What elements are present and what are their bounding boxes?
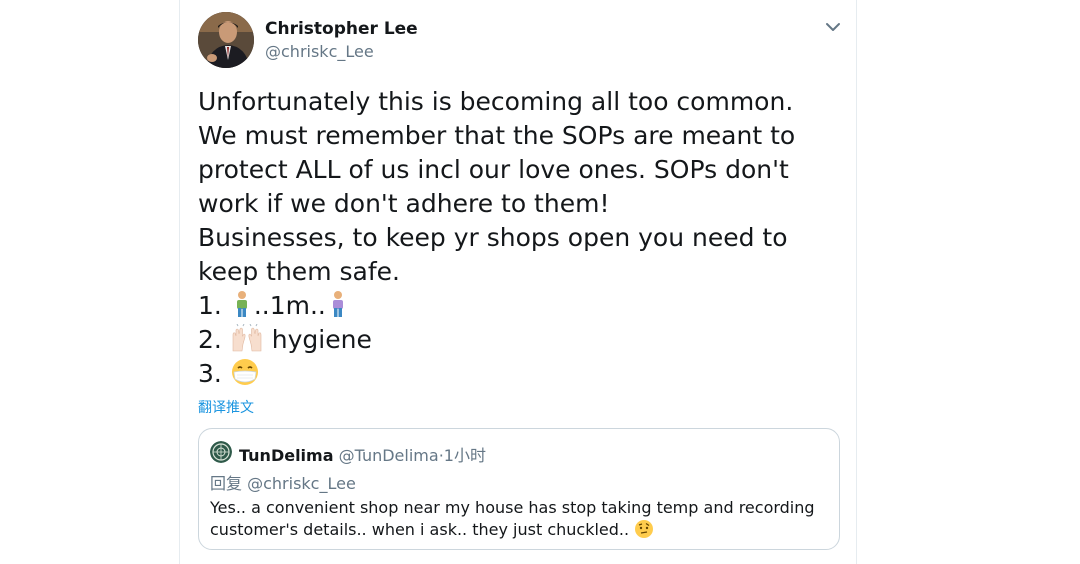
tweet-line: Unfortunately this is becoming all too c…	[198, 87, 794, 116]
person-standing-icon	[236, 291, 247, 317]
quoted-avatar[interactable]	[210, 441, 232, 463]
tweet-line: We must remember that the SOPs are meant…	[198, 121, 796, 150]
reply-handle[interactable]: @chriskc_Lee	[247, 474, 356, 493]
list-item-hygiene: 2. hygiene	[198, 323, 838, 357]
quoted-reply-context: 回复 @chriskc_Lee	[210, 470, 356, 494]
quoted-line: Yes.. a convenient shop near my house ha…	[210, 498, 815, 517]
tweet-line: Businesses, to keep yr shops open you ne…	[198, 223, 788, 252]
hygiene-text: hygiene	[271, 325, 372, 354]
raising-hands-icon	[232, 324, 262, 352]
list-item-mask: 3.	[198, 357, 838, 391]
quoted-header: TunDelima @TunDelima·1小时	[239, 442, 486, 466]
quoted-timestamp[interactable]: 1小时	[444, 446, 486, 465]
quoted-body: Yes.. a convenient shop near my house ha…	[210, 497, 830, 541]
face-with-raised-eyebrow-icon	[635, 520, 654, 538]
tweet-line: keep them safe.	[198, 257, 400, 286]
page: Christopher Lee @chriskc_Lee Unfortunate…	[0, 0, 1080, 564]
author-handle[interactable]: @chriskc_Lee	[265, 42, 374, 61]
avatar-photo	[198, 12, 254, 68]
author-avatar[interactable]	[198, 12, 254, 68]
quoted-tweet[interactable]: TunDelima @TunDelima·1小时 回复 @chriskc_Lee…	[198, 428, 840, 550]
list-number: 3.	[198, 359, 222, 388]
reply-label: 回复	[210, 474, 243, 493]
list-number: 2.	[198, 325, 222, 354]
distance-text: ..1m..	[253, 291, 326, 320]
quoted-line: customer's details.. when i ask.. they j…	[210, 520, 630, 539]
tweet-body: Unfortunately this is becoming all too c…	[198, 85, 838, 391]
chevron-down-icon[interactable]	[820, 14, 846, 40]
author-display-name[interactable]: Christopher Lee	[265, 19, 418, 39]
list-number: 1.	[198, 291, 222, 320]
tweet-card: Christopher Lee @chriskc_Lee Unfortunate…	[179, 0, 857, 564]
person-standing-icon	[332, 291, 343, 317]
tweet-line: work if we don't adhere to them!	[198, 189, 610, 218]
quoted-display-name[interactable]: TunDelima	[239, 446, 334, 465]
list-item-distance: 1. ..1m..	[198, 289, 838, 323]
quoted-handle[interactable]: @TunDelima	[339, 446, 439, 465]
face-with-medical-mask-icon	[231, 359, 258, 385]
translate-tweet-link[interactable]: 翻译推文	[198, 397, 254, 417]
tweet-line: protect ALL of us incl our love ones. SO…	[198, 155, 789, 184]
quoted-line-with-emoji: customer's details.. when i ask.. they j…	[210, 519, 830, 541]
